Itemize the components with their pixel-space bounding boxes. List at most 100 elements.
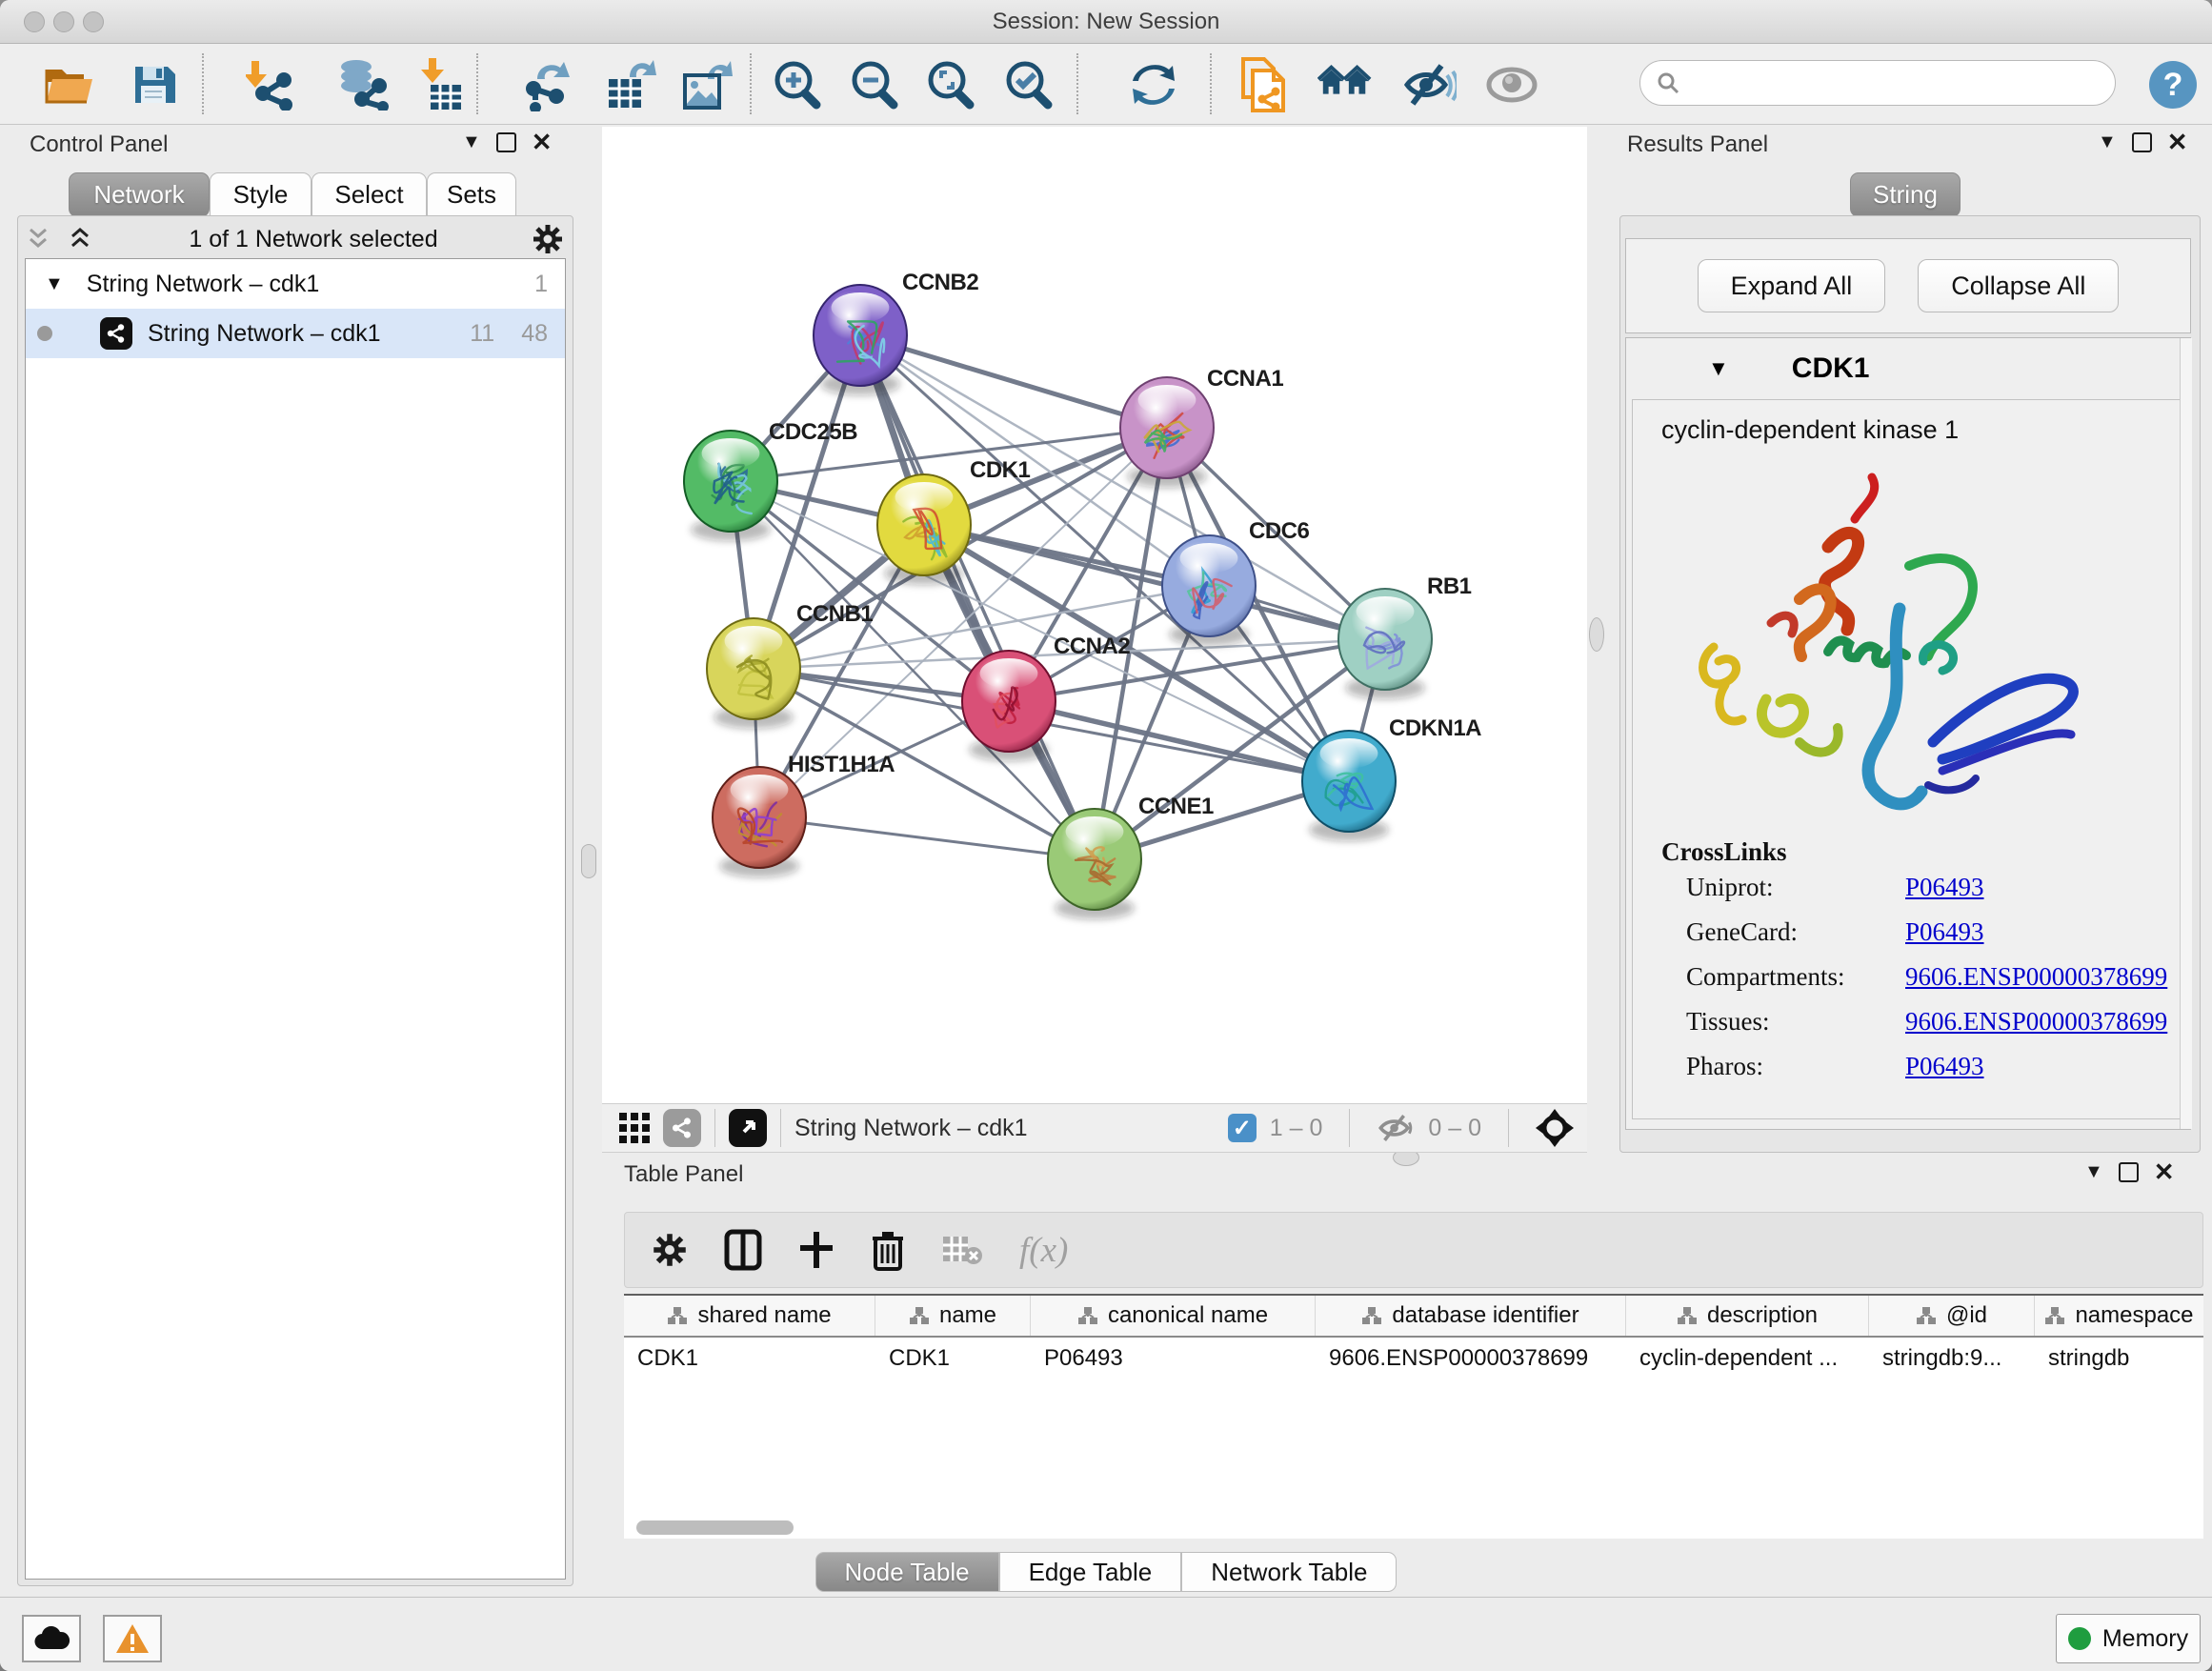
column-header[interactable]: name [875, 1296, 1031, 1336]
panel-menu-icon[interactable]: ▼ [2098, 131, 2117, 153]
selected-counts: 1 – 0 [1270, 1115, 1323, 1142]
delete-table-icon [941, 1233, 983, 1267]
zoom-in-icon[interactable] [769, 57, 824, 112]
results-scrollbar[interactable] [2180, 338, 2192, 1129]
hide-unhide-icon[interactable] [1402, 57, 1458, 112]
memory-button[interactable]: Memory [2056, 1614, 2201, 1663]
refresh-icon[interactable] [1126, 57, 1181, 112]
crosslink-value[interactable]: P06493 [1905, 1052, 2183, 1081]
tab-string-results[interactable]: String [1850, 172, 1961, 217]
nav-separator [780, 1109, 781, 1147]
network-collection-row[interactable]: ▼ String Network – cdk1 1 [26, 259, 565, 309]
panel-float-icon[interactable] [2132, 132, 2152, 152]
save-icon[interactable] [126, 57, 181, 112]
network-share-view-icon[interactable] [663, 1109, 701, 1147]
panel-menu-icon[interactable]: ▼ [462, 131, 481, 153]
crosslink-value[interactable]: 9606.ENSP00000378699 [1905, 1007, 2183, 1037]
column-header[interactable]: shared name [624, 1296, 875, 1336]
entry-disclosure-icon[interactable]: ▼ [1708, 356, 1729, 381]
hidden-eye-icon[interactable] [1377, 1113, 1415, 1143]
network-selection-status: 1 of 1 Network selected [95, 226, 532, 253]
zoom-out-icon[interactable] [846, 57, 901, 112]
results-panel-title: Results Panel [1627, 131, 1768, 158]
column-header[interactable]: @id [1869, 1296, 2035, 1336]
node-label[interactable]: CCNA1 [1207, 366, 1283, 392]
string-network-graph[interactable]: CCNB2 CCNA1 CDC25B CDK1 CDC6 RB1 CCNB1 CCNA2 CDK… [602, 127, 1587, 1103]
table-horizontal-scrollbar[interactable] [636, 1520, 794, 1535]
node-label[interactable]: CDKN1A [1389, 715, 1481, 741]
node-table[interactable]: shared name name canonical name database… [624, 1294, 2203, 1539]
node-label[interactable]: RB1 [1427, 574, 1472, 599]
import-database-icon[interactable] [334, 57, 390, 112]
network-canvas[interactable]: CCNB2 CCNA1 CDC25B CDK1 CDC6 RB1 CCNB1 CCNA2 CDK… [602, 127, 1587, 1103]
node-label[interactable]: CCNB2 [902, 270, 978, 295]
detach-view-icon[interactable] [729, 1109, 767, 1147]
collection-label: String Network – cdk1 [87, 271, 320, 298]
export-image-icon[interactable] [679, 57, 734, 112]
selected-nodes-checkbox[interactable]: ✓ [1228, 1114, 1257, 1142]
expand-all-button[interactable]: Expand All [1698, 259, 1886, 312]
tab-network[interactable]: Network [69, 172, 210, 217]
column-header[interactable]: canonical name [1031, 1296, 1316, 1336]
search-input[interactable] [1680, 69, 2084, 97]
grid-view-icon[interactable] [617, 1111, 652, 1145]
panel-close-icon[interactable]: ✕ [532, 134, 553, 151]
show-graphics-icon[interactable] [1484, 57, 1539, 112]
crosslink-value[interactable]: P06493 [1905, 917, 2183, 947]
panel-close-icon[interactable]: ✕ [2167, 134, 2188, 151]
duplicate-network-icon[interactable] [1237, 57, 1292, 112]
collapse-all-icon[interactable] [25, 227, 53, 252]
crosslink-label: Compartments: [1686, 962, 1905, 992]
node-label[interactable]: CCNB1 [796, 601, 873, 627]
node-label[interactable]: CDC6 [1249, 518, 1309, 544]
cloud-status-button[interactable] [22, 1615, 81, 1662]
network-options-gear-icon[interactable] [532, 223, 564, 255]
tab-select[interactable]: Select [312, 172, 427, 217]
show-columns-icon[interactable] [724, 1229, 762, 1271]
node-label[interactable]: CCNE1 [1138, 794, 1214, 819]
network-row-selected[interactable]: String Network – cdk1 11 48 [26, 309, 565, 358]
add-column-icon[interactable] [798, 1230, 835, 1270]
vertical-splitter-handle[interactable] [581, 844, 596, 878]
open-folder-icon[interactable] [42, 57, 97, 112]
collection-disclosure-icon[interactable]: ▼ [45, 273, 64, 295]
tab-edge-table[interactable]: Edge Table [999, 1552, 1182, 1592]
collapse-all-button[interactable]: Collapse All [1918, 259, 2119, 312]
panel-float-icon[interactable] [496, 132, 516, 152]
title-bar: Session: New Session [0, 0, 2212, 44]
node-label[interactable]: CDK1 [970, 457, 1030, 483]
help-icon[interactable]: ? [2145, 57, 2201, 112]
export-network-icon[interactable] [518, 57, 573, 112]
network-label: String Network – cdk1 [148, 320, 381, 348]
import-table-icon[interactable] [412, 57, 468, 112]
node-label[interactable]: CCNA2 [1054, 634, 1130, 659]
zoom-fit-icon[interactable] [922, 57, 977, 112]
gene-entry-header[interactable]: ▼ CDK1 [1626, 338, 2190, 399]
delete-column-icon[interactable] [871, 1229, 905, 1271]
panel-close-icon[interactable]: ✕ [2154, 1164, 2175, 1180]
export-table-icon[interactable] [603, 57, 658, 112]
table-row[interactable]: CDK1 CDK1 P06493 9606.ENSP00000378699 cy… [624, 1338, 2203, 1379]
tab-style[interactable]: Style [210, 172, 312, 217]
search-box[interactable] [1639, 60, 2116, 106]
panel-menu-icon[interactable]: ▼ [2084, 1161, 2103, 1183]
birds-eye-view-icon[interactable] [1536, 1109, 1574, 1147]
string-home-icon[interactable] [1317, 57, 1373, 112]
warning-status-button[interactable] [103, 1615, 162, 1662]
column-header[interactable]: description [1626, 1296, 1869, 1336]
import-network-icon[interactable] [243, 57, 298, 112]
tab-network-table[interactable]: Network Table [1181, 1552, 1397, 1592]
tab-sets[interactable]: Sets [427, 172, 516, 217]
tab-node-table[interactable]: Node Table [815, 1552, 999, 1592]
expand-all-icon[interactable] [67, 227, 95, 252]
node-label[interactable]: CDC25B [769, 419, 857, 445]
column-header[interactable]: database identifier [1316, 1296, 1626, 1336]
zoom-selected-icon[interactable] [1000, 57, 1056, 112]
column-header[interactable]: namespace [2035, 1296, 2203, 1336]
node-label[interactable]: HIST1H1A [788, 752, 895, 777]
panel-float-icon[interactable] [2119, 1162, 2139, 1182]
table-settings-gear-icon[interactable] [652, 1232, 688, 1268]
crosslink-value[interactable]: 9606.ENSP00000378699 [1905, 962, 2183, 992]
results-splitter-handle[interactable] [1589, 617, 1604, 652]
crosslink-value[interactable]: P06493 [1905, 873, 2183, 902]
